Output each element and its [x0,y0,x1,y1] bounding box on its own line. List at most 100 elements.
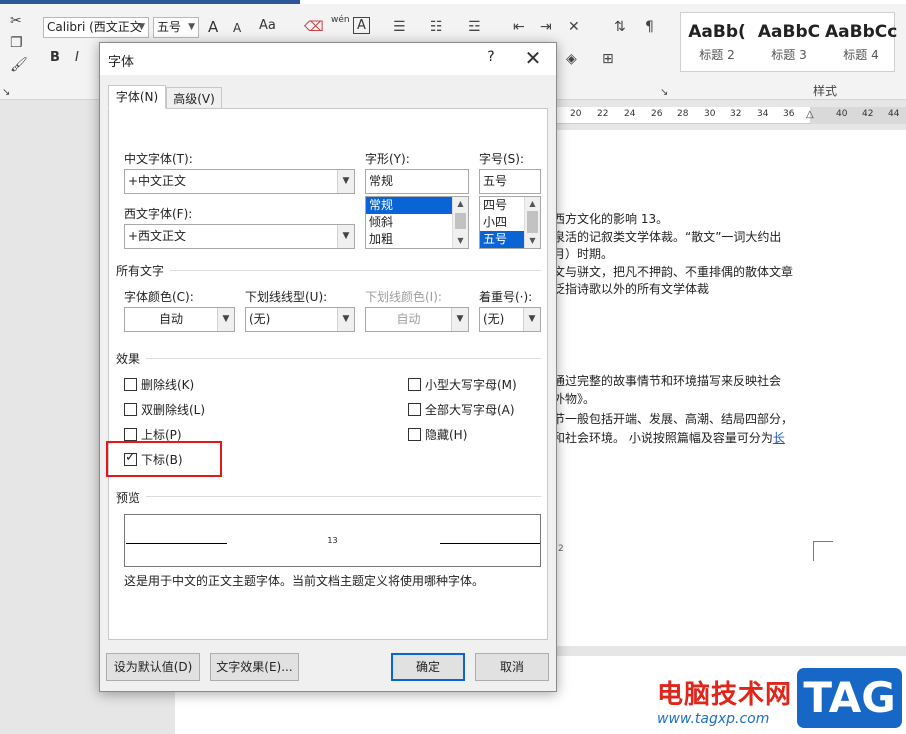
chevron-down-icon: ▼ [138,22,145,32]
tab-advanced[interactable]: 高级(V) [166,87,222,109]
ruler-tick: 22 [597,109,609,119]
document-text-line: 月）时期。 [553,247,614,261]
chevron-down-icon: ▼ [337,308,354,331]
font-size-input[interactable]: 五号 [479,169,541,194]
font-size-list[interactable]: 四号 小四 五号 ▲ ▼ [479,196,541,249]
western-font-select[interactable]: +西文正文 ▼ [124,224,355,249]
underline-color-value: 自动 [396,312,421,326]
scroll-down-icon[interactable]: ▼ [453,234,468,248]
indent-marker-icon[interactable]: △ [806,109,814,120]
dialog-titlebar[interactable]: 字体 ? ✕ [100,43,556,75]
show-marks-icon[interactable]: ¶ [645,18,654,36]
hidden-checkbox[interactable]: 隐藏(H) [408,428,467,444]
scroll-thumb[interactable] [455,213,466,229]
sort-icon[interactable]: ⇅ [614,18,626,36]
document-text-line: 节一般包括开端、发展、高潮、结局四部分， [553,412,794,426]
scroll-up-icon[interactable]: ▲ [453,197,468,211]
checkbox-label: 全部大写字母(A) [425,403,515,417]
ok-button[interactable]: 确定 [391,653,465,681]
chevron-down-icon: ▼ [337,170,354,193]
shrink-font-button[interactable]: A [233,21,241,35]
borders-icon[interactable]: ⊞ [602,50,614,68]
checkbox-box[interactable] [124,378,137,391]
scroll-up-icon[interactable]: ▲ [525,197,540,211]
effects-heading: 效果 [116,352,141,366]
font-style-list[interactable]: 常规 倾斜 加粗 ▲ ▼ [365,196,469,249]
copy-icon[interactable]: ❐ [10,34,23,52]
cancel-button[interactable]: 取消 [475,653,549,681]
scroll-thumb[interactable] [527,211,538,233]
checkbox-box[interactable] [124,403,137,416]
small-caps-checkbox[interactable]: 小型大写字母(M) [408,378,517,394]
all-text-heading: 所有文字 [116,264,165,278]
increase-indent-icon[interactable]: ⇥ [540,18,552,36]
numbering-icon[interactable]: ☷ [430,18,443,36]
multilevel-list-icon[interactable]: ☲ [468,18,481,36]
change-case-button[interactable]: Aa [259,18,276,33]
decrease-indent-icon[interactable]: ⇤ [513,18,525,36]
bold-button[interactable]: B [50,50,60,65]
font-color-select[interactable]: 自动 ▼ [124,307,235,332]
title-strip-accent [0,0,300,4]
tab-font[interactable]: 字体(N) [108,85,166,109]
style-item-heading-4[interactable]: AaBbCc 标题 4 [825,13,897,63]
bullets-icon[interactable]: ☰ [393,18,406,36]
document-link[interactable]: 长 [773,431,785,445]
ruler-tick: 32 [730,109,742,119]
phonetic-guide-button[interactable]: wén [331,15,350,25]
style-gallery: AaBb( 标题 2 AaBbC 标题 3 AaBbCc 标题 4 [680,12,897,72]
format-painter-icon[interactable]: 🖌 [10,56,28,74]
ruler-tick: 30 [704,109,716,119]
font-style-option[interactable]: 常规 [366,197,452,214]
chinese-font-value: +中文正文 [128,174,187,188]
grow-font-button[interactable]: A [208,18,218,36]
checkbox-box[interactable] [408,428,421,441]
help-button[interactable]: ? [481,49,501,65]
font-size-option[interactable]: 小四 [480,214,524,231]
double-strikethrough-checkbox[interactable]: 双删除线(L) [124,403,205,419]
ruler-tick: 20 [570,109,582,119]
ruler-tick: 28 [677,109,689,119]
checkbox-label: 隐藏(H) [425,428,468,442]
all-caps-checkbox[interactable]: 全部大写字母(A) [408,403,515,419]
underline-style-value: (无) [249,312,271,326]
set-default-button[interactable]: 设为默认值(D) [106,653,200,681]
font-style-option[interactable]: 倾斜 [366,214,452,231]
font-size-option[interactable]: 五号 [480,231,524,248]
close-button[interactable]: ✕ [521,46,545,70]
font-style-input[interactable]: 常规 [365,169,469,194]
chinese-layout-icon[interactable]: ✕ [568,18,580,36]
ruler-tick: 26 [651,109,663,119]
font-size-option[interactable]: 四号 [480,197,524,214]
font-name-box[interactable]: Calibri (西文正文 ▼ [43,17,149,38]
scroll-down-icon[interactable]: ▼ [525,234,540,248]
paragraph-launcher-icon[interactable]: ↘ [660,84,668,102]
style-item-heading-2[interactable]: AaBb( 标题 2 [681,13,753,63]
checkbox-box[interactable] [408,378,421,391]
strikethrough-checkbox[interactable]: 删除线(K) [124,378,194,394]
font-style-scrollbar[interactable]: ▲ ▼ [452,197,468,248]
underline-style-select[interactable]: (无) ▼ [245,307,355,332]
document-text-line: 外物》。 [553,392,596,406]
text-effects-button[interactable]: 文字效果(E)... [210,653,299,681]
font-size-box[interactable]: 五号 ▼ [153,17,199,38]
ruler-tick: 34 [757,109,769,119]
preview-box: 13 [124,514,541,567]
emphasis-mark-label: 着重号(·): [479,290,533,304]
font-size-scrollbar[interactable]: ▲ ▼ [524,197,540,248]
chevron-down-icon: ▼ [523,308,540,331]
checkbox-box[interactable] [124,428,137,441]
char-border-button[interactable]: A [353,17,370,34]
shading-icon[interactable]: ◈ [566,50,577,68]
cut-icon[interactable]: ✂ [10,12,22,30]
ruler-tick: 40 [836,109,848,119]
clear-format-icon[interactable]: ⌫ [304,18,324,36]
font-style-option[interactable]: 加粗 [366,231,452,248]
chinese-font-select[interactable]: +中文正文 ▼ [124,169,355,194]
style-item-heading-3[interactable]: AaBbC 标题 3 [753,13,825,63]
ruler-tick: 42 [862,109,874,119]
emphasis-mark-select[interactable]: (无) ▼ [479,307,541,332]
document-text-segment: 和社会环境。 小说按照篇幅及容量可分为 [553,431,773,445]
italic-button[interactable]: I [75,50,79,65]
checkbox-box[interactable] [408,403,421,416]
